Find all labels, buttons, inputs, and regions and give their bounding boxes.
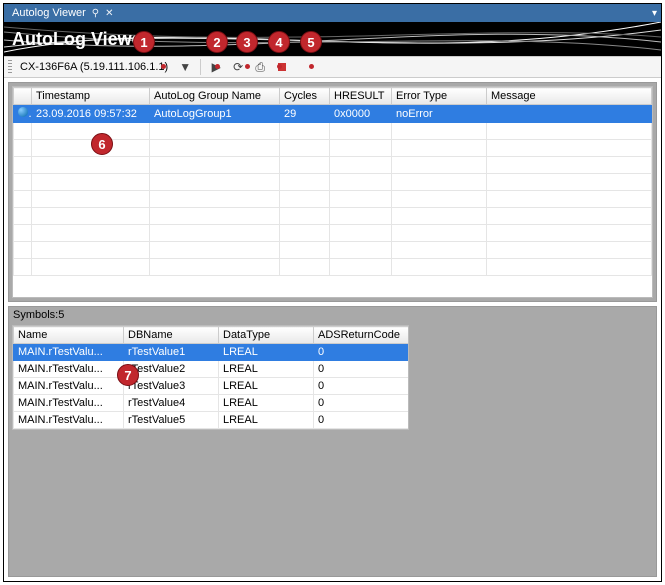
table-row[interactable]: MAIN.rTestValu...rTestValue1LREAL0 [14,344,409,361]
cell-message [487,105,652,123]
cell-timestamp: 23.09.2016 09:57:32 [32,105,150,123]
device-selector[interactable]: CX-136F6A (5.19.111.106.1.1) [16,61,172,73]
callout-6: 6 [91,133,113,155]
callout-1-dot [161,64,166,69]
cell-ads: 0 [314,395,409,412]
tab-title: Autolog Viewer [12,7,86,19]
toolbar: CX-136F6A (5.19.111.106.1.1) ▼ ▶ ⟳ ⎙ [4,56,661,78]
cell-group: AutoLogGroup1 [150,105,280,123]
tab-strip: Autolog Viewer ⚲ ✕ ▾ [4,4,661,22]
table-row[interactable] [14,174,652,191]
table-row[interactable]: 23.09.2016 09:57:32AutoLogGroup1290x0000… [14,105,652,123]
callout-4-dot [277,64,282,69]
cell-name: MAIN.rTestValu... [14,412,124,429]
log-groups-panel: Timestamp AutoLog Group Name Cycles HRES… [8,82,657,302]
cell-ads: 0 [314,344,409,361]
cell-datatype: LREAL [219,344,314,361]
table-row[interactable] [14,208,652,225]
export-icon[interactable]: ⎙ [251,58,269,76]
stop-icon[interactable] [273,58,291,76]
cell-name: MAIN.rTestValu... [14,378,124,395]
chevron-down-icon[interactable]: ▼ [176,58,194,76]
row-status-icon [14,105,32,123]
callout-2-dot [215,64,220,69]
cell-datatype: LREAL [219,378,314,395]
table-row[interactable]: MAIN.rTestValu...rTestValue4LREAL0 [14,395,409,412]
symbols-panel: Symbols:5 Name DBName DataType [8,306,657,577]
col-adsreturncode[interactable]: ADSReturnCode [314,327,409,344]
cell-datatype: LREAL [219,412,314,429]
table-row[interactable] [14,191,652,208]
col-datatype[interactable]: DataType [219,327,314,344]
callout-3: 3 [236,31,258,53]
cell-name: MAIN.rTestValu... [14,344,124,361]
cell-ads: 0 [314,361,409,378]
title-bar: AutoLog Viewer [4,22,661,56]
toolbar-separator [200,59,201,75]
col-dbname[interactable]: DBName [124,327,219,344]
symbols-label: Symbols:5 [9,307,656,323]
callout-3-dot [245,64,250,69]
app-window: Autolog Viewer ⚲ ✕ ▾ AutoLog Viewer CX-1… [3,3,662,582]
col-name[interactable]: Name [14,327,124,344]
toolbar-grip [8,60,12,74]
symbols-table: Name DBName DataType ADSReturnCode MAIN.… [13,326,409,429]
table-row[interactable] [14,259,652,276]
cell-dbname: rTestValue1 [124,344,219,361]
tab-autolog-viewer[interactable]: Autolog Viewer ⚲ ✕ [4,6,122,20]
cell-datatype: LREAL [219,361,314,378]
cell-name: MAIN.rTestValu... [14,361,124,378]
col-error-type[interactable]: Error Type [392,88,487,105]
table-row[interactable]: MAIN.rTestValu...rTestValue2LREAL0 [14,361,409,378]
callout-5: 5 [300,31,322,53]
col-icon[interactable] [14,88,32,105]
pin-icon[interactable]: ⚲ [92,8,99,19]
cell-ads: 0 [314,412,409,429]
col-cycles[interactable]: Cycles [280,88,330,105]
close-icon[interactable]: ✕ [105,8,113,19]
log-groups-table: Timestamp AutoLog Group Name Cycles HRES… [13,87,652,276]
cell-name: MAIN.rTestValu... [14,395,124,412]
col-timestamp[interactable]: Timestamp [32,88,150,105]
table-row[interactable] [14,157,652,174]
col-hresult[interactable]: HRESULT [330,88,392,105]
callout-7: 7 [117,364,139,386]
cell-ads: 0 [314,378,409,395]
callout-4: 4 [268,31,290,53]
cell-datatype: LREAL [219,395,314,412]
cell-dbname: rTestValue5 [124,412,219,429]
table-row[interactable]: MAIN.rTestValu...rTestValue3LREAL0 [14,378,409,395]
table-row[interactable]: MAIN.rTestValu...rTestValue5LREAL0 [14,412,409,429]
log-groups-grid[interactable]: Timestamp AutoLog Group Name Cycles HRES… [12,86,653,298]
tabstrip-menu-icon[interactable]: ▾ [652,8,657,19]
cell-errortype: noError [392,105,487,123]
table-row[interactable] [14,225,652,242]
callout-2: 2 [206,31,228,53]
page-title: AutoLog Viewer [4,29,149,50]
cell-cycles: 29 [280,105,330,123]
col-message[interactable]: Message [487,88,652,105]
callout-5-dot [309,64,314,69]
callout-1: 1 [133,31,155,53]
table-header-row: Timestamp AutoLog Group Name Cycles HRES… [14,88,652,105]
table-row[interactable] [14,242,652,259]
col-group-name[interactable]: AutoLog Group Name [150,88,280,105]
symbols-grid[interactable]: Name DBName DataType ADSReturnCode MAIN.… [12,325,409,430]
cell-dbname: rTestValue4 [124,395,219,412]
cell-hresult: 0x0000 [330,105,392,123]
table-header-row: Name DBName DataType ADSReturnCode [14,327,409,344]
